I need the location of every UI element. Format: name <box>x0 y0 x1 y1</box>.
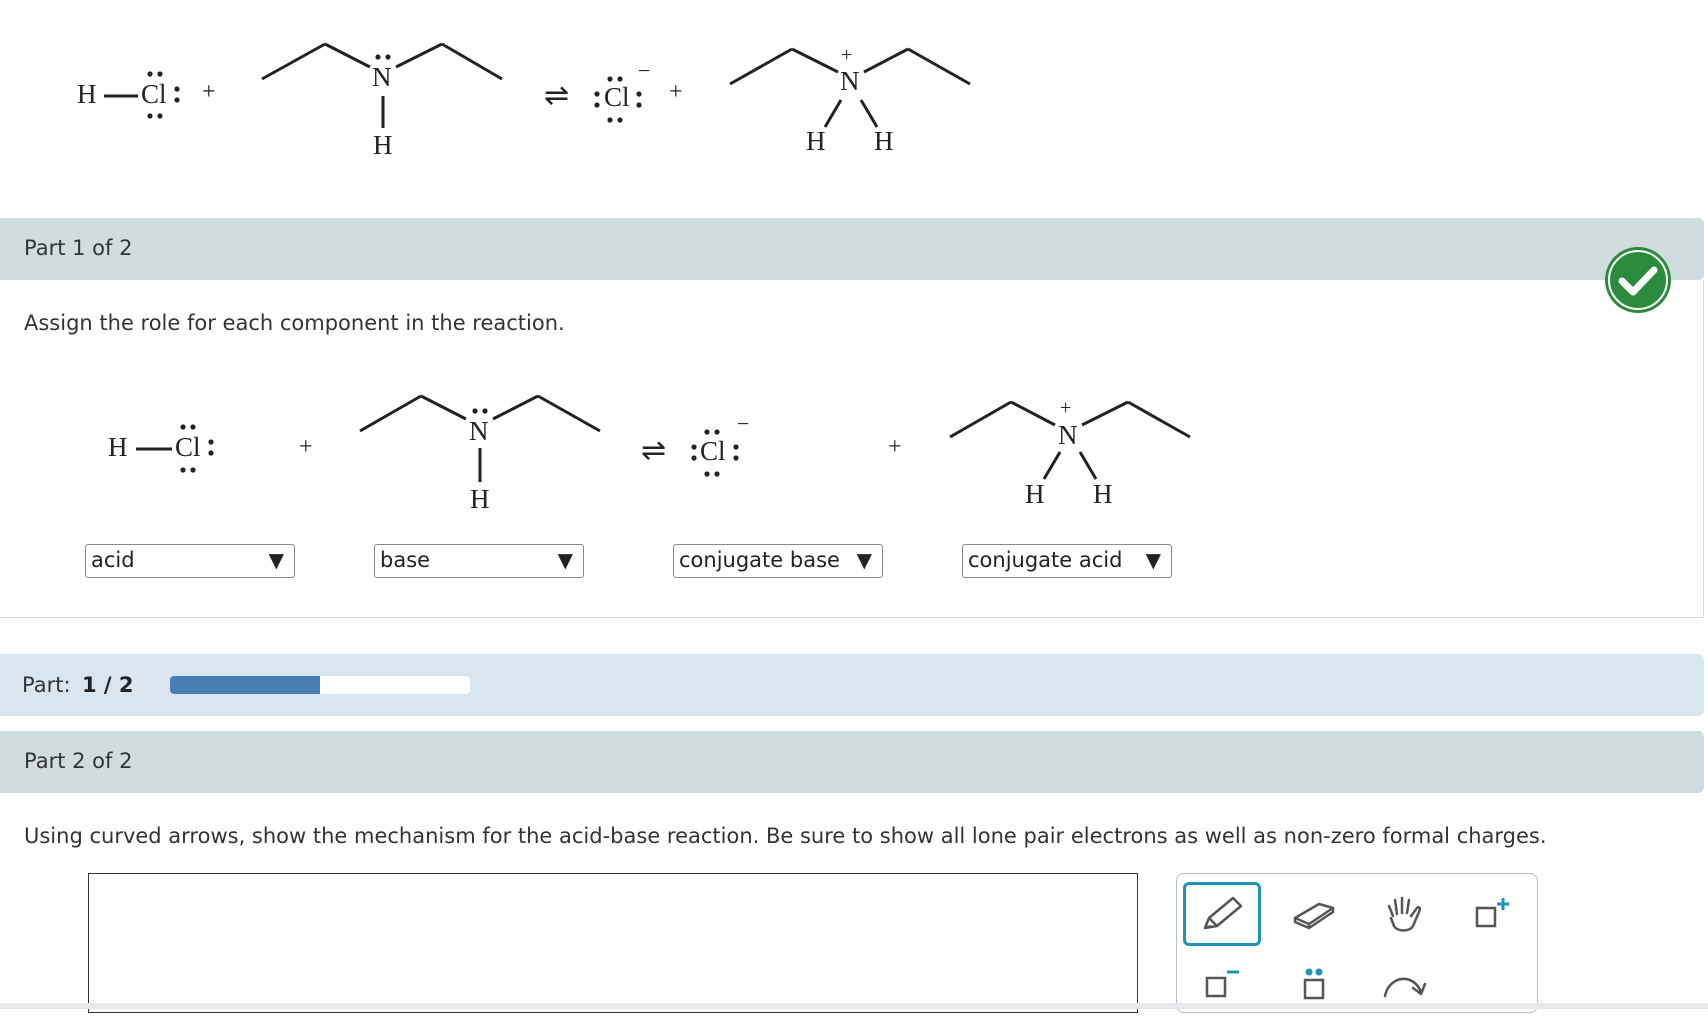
negative-charge-icon <box>1205 970 1239 998</box>
cl-anion: Cl <box>604 82 630 112</box>
h-atom: H <box>470 484 490 514</box>
part1-prompt: Assign the role for each component in th… <box>24 311 565 335</box>
part1-header: Part 1 of 2 <box>0 218 1704 280</box>
hand-icon <box>1387 896 1422 932</box>
dropdown-arrow-icon: ▼ <box>268 548 284 572</box>
positive-charge-tool[interactable] <box>1453 882 1531 946</box>
plus-sign: + <box>202 79 216 105</box>
h-atom: H <box>373 130 393 160</box>
n-atom: N <box>372 62 392 92</box>
negative-charge: − <box>638 58 651 83</box>
role-dropdown-amine[interactable]: base ▼ <box>374 544 584 578</box>
equilibrium-arrow: ⇌ <box>641 434 667 467</box>
progress-value: 1 / 2 <box>82 673 134 697</box>
eraser-icon <box>1293 902 1335 930</box>
part2-header: Part 2 of 2 <box>0 731 1704 793</box>
h-atom: H <box>1025 479 1045 509</box>
n-atom: N <box>840 66 860 96</box>
plus-sign: + <box>299 434 313 460</box>
dropdown-arrow-icon: ▼ <box>1145 548 1161 572</box>
h-atom: H <box>806 126 826 156</box>
hand-tool[interactable] <box>1365 882 1443 946</box>
dropdown-value: conjugate acid <box>968 548 1123 572</box>
equilibrium-arrow: ⇌ <box>544 79 570 112</box>
progress-label: Part: <box>22 673 71 697</box>
role-dropdown-chloride[interactable]: conjugate base ▼ <box>673 544 883 578</box>
progress-fill <box>170 676 320 694</box>
negative-charge: − <box>737 411 750 436</box>
dropdown-arrow-icon: ▼ <box>557 548 573 572</box>
part2-label: Part 2 of 2 <box>24 749 133 773</box>
dropdown-arrow-icon: ▼ <box>856 548 872 572</box>
positive-charge: + <box>1060 397 1072 419</box>
lone-pair-icon <box>1303 968 1325 1000</box>
positive-charge: + <box>841 44 853 66</box>
drawing-toolbar <box>1176 873 1538 1013</box>
role-dropdown-ammonium[interactable]: conjugate acid ▼ <box>962 544 1172 578</box>
h-atom: H <box>77 79 97 109</box>
role-dropdown-hcl[interactable]: acid ▼ <box>85 544 295 578</box>
cl-anion: Cl <box>700 436 726 466</box>
h-atom: H <box>874 126 894 156</box>
part2-prompt: Using curved arrows, show the mechanism … <box>24 824 1547 848</box>
pencil-tool[interactable] <box>1183 882 1261 946</box>
drawing-canvas[interactable] <box>88 873 1138 1013</box>
pencil-icon <box>1203 896 1243 930</box>
cl-atom: Cl <box>175 432 201 462</box>
dropdown-value: conjugate base <box>679 548 840 572</box>
part1-label: Part 1 of 2 <box>24 236 133 260</box>
dropdown-value: base <box>380 548 431 572</box>
n-atom: N <box>1058 420 1078 450</box>
plus-sign: + <box>669 79 683 105</box>
eraser-tool[interactable] <box>1275 882 1353 946</box>
cl-atom: Cl <box>141 79 167 109</box>
curved-arrow-icon <box>1383 977 1427 998</box>
dropdown-value: acid <box>91 548 135 572</box>
plus-sign: + <box>888 434 902 460</box>
h-atom: H <box>108 432 128 462</box>
n-atom: N <box>469 416 489 446</box>
check-icon <box>1605 247 1671 313</box>
bottom-scroll-edge <box>0 1003 1708 1009</box>
progress-bar-section: Part: 1 / 2 <box>0 654 1704 716</box>
diethylammonium-bonds <box>949 400 1191 480</box>
progress-track <box>170 676 470 694</box>
h-atom: H <box>1093 479 1113 509</box>
positive-charge-icon <box>1475 898 1509 928</box>
